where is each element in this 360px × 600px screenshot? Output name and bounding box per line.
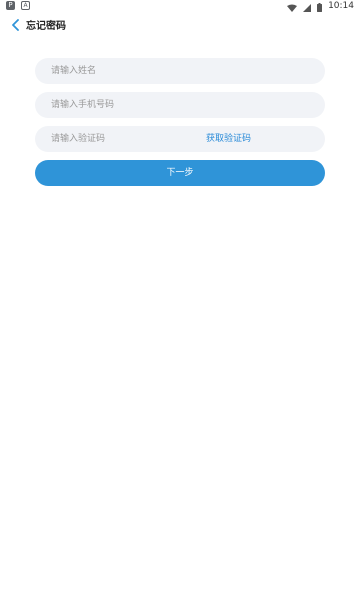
phone-input[interactable]: [49, 99, 203, 111]
status-time: 10:14: [328, 1, 354, 11]
code-field-container: 获取验证码: [35, 126, 325, 152]
verification-code-input[interactable]: [49, 133, 203, 145]
name-field-container: [35, 58, 325, 84]
notification-p-icon: P: [6, 1, 15, 10]
status-right: 10:14: [287, 0, 354, 12]
status-left: P A: [6, 1, 30, 10]
header: 忘记密码: [0, 12, 360, 38]
forgot-password-form: 获取验证码 下一步: [35, 58, 325, 186]
back-button[interactable]: [6, 16, 24, 34]
name-input[interactable]: [49, 65, 203, 77]
page-title: 忘记密码: [26, 21, 66, 32]
status-bar: P A 10:14: [0, 0, 360, 12]
phone-field-container: [35, 92, 325, 118]
chevron-left-icon: [11, 16, 20, 35]
next-button[interactable]: 下一步: [35, 160, 325, 186]
get-code-button[interactable]: 获取验证码: [206, 126, 251, 152]
notification-a-icon: A: [21, 1, 30, 10]
